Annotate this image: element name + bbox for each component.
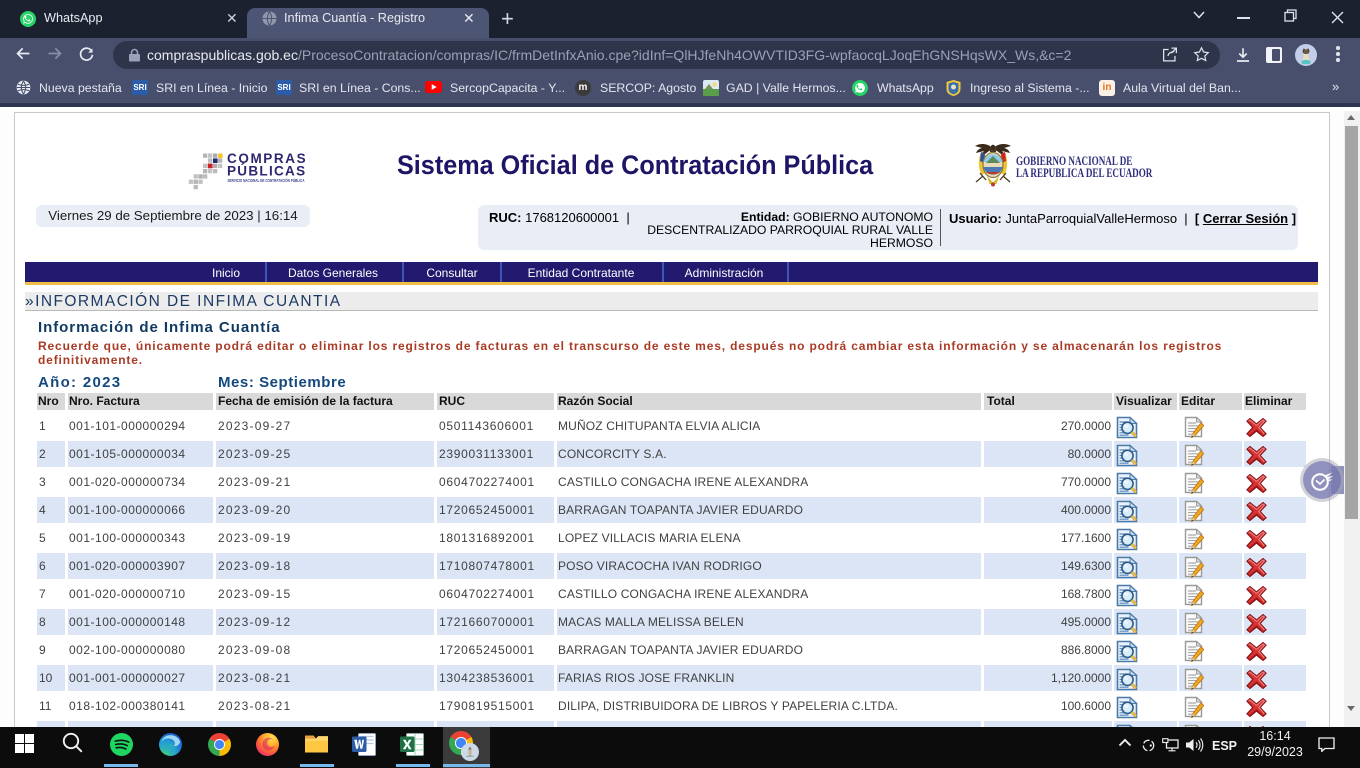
svg-text:SERVICIO NACIONAL DE CONTRATAC: SERVICIO NACIONAL DE CONTRATACIÓN PÚBLIC… <box>228 176 305 183</box>
svg-text:PÚBLICAS: PÚBLICAS <box>227 164 306 179</box>
